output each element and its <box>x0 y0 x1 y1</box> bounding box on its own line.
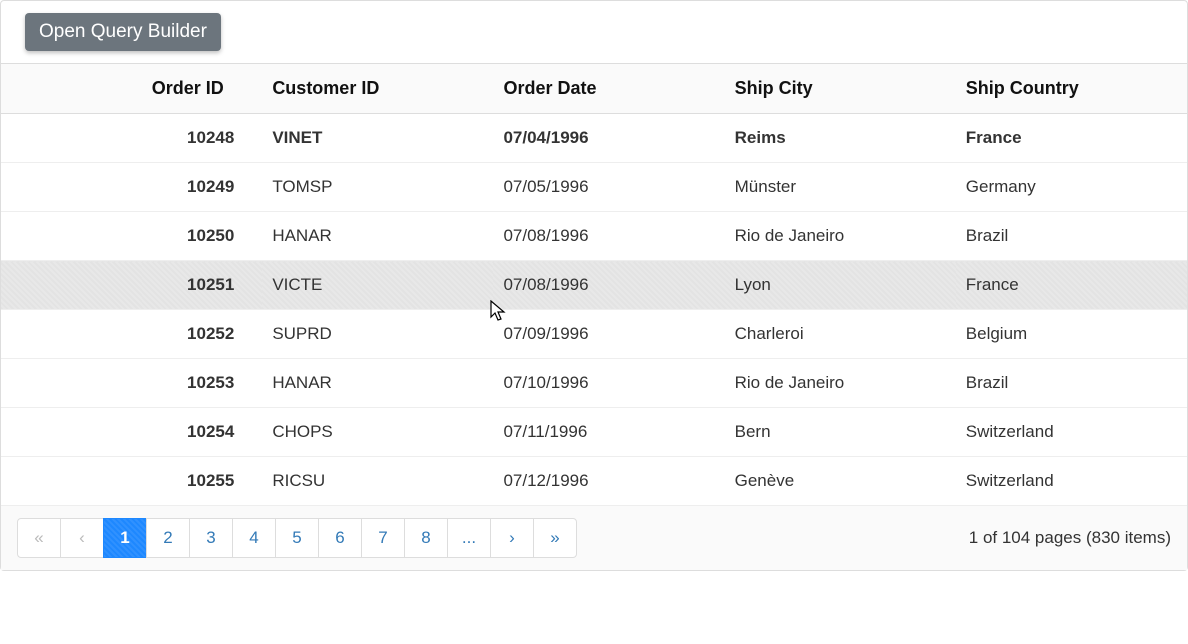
row-spacer <box>1 114 142 163</box>
cell-ship-city: Reims <box>725 114 956 163</box>
pager-page-8[interactable]: 8 <box>404 518 448 558</box>
cell-ship-city: Charleroi <box>725 310 956 359</box>
cell-customer-id: VINET <box>262 114 493 163</box>
row-spacer <box>1 310 142 359</box>
cell-ship-city: Münster <box>725 163 956 212</box>
grid-panel: Open Query Builder Order ID Customer ID … <box>0 0 1188 571</box>
grid-footer: «‹12345678...›» 1 of 104 pages (830 item… <box>1 505 1187 570</box>
table-row[interactable]: 10250HANAR07/08/1996Rio de JaneiroBrazil <box>1 212 1187 261</box>
cell-order-date: 07/08/1996 <box>493 212 724 261</box>
cell-customer-id: VICTE <box>262 261 493 310</box>
table-row[interactable]: 10254CHOPS07/11/1996BernSwitzerland <box>1 408 1187 457</box>
cell-order-date: 07/08/1996 <box>493 261 724 310</box>
pager: «‹12345678...›» <box>17 518 577 558</box>
col-ship-country[interactable]: Ship Country <box>956 64 1187 114</box>
pager-first-button[interactable]: « <box>17 518 61 558</box>
table-row[interactable]: 10251VICTE07/08/1996LyonFrance <box>1 261 1187 310</box>
pager-next-button[interactable]: › <box>490 518 534 558</box>
cell-ship-country: Germany <box>956 163 1187 212</box>
cell-order-id: 10249 <box>142 163 263 212</box>
grid-header-spacer <box>1 64 142 114</box>
cell-order-id: 10253 <box>142 359 263 408</box>
pager-prev-button[interactable]: ‹ <box>60 518 104 558</box>
table-row[interactable]: 10248VINET07/04/1996ReimsFrance <box>1 114 1187 163</box>
cell-ship-city: Genève <box>725 457 956 506</box>
cell-ship-city: Rio de Janeiro <box>725 359 956 408</box>
col-ship-city[interactable]: Ship City <box>725 64 956 114</box>
pager-page-2[interactable]: 2 <box>146 518 190 558</box>
cell-ship-city: Lyon <box>725 261 956 310</box>
row-spacer <box>1 457 142 506</box>
cell-ship-country: Switzerland <box>956 408 1187 457</box>
cell-customer-id: TOMSP <box>262 163 493 212</box>
cell-order-date: 07/04/1996 <box>493 114 724 163</box>
pager-page-7[interactable]: 7 <box>361 518 405 558</box>
pager-page-1[interactable]: 1 <box>103 518 147 558</box>
cell-order-id: 10254 <box>142 408 263 457</box>
table-row[interactable]: 10252SUPRD07/09/1996CharleroiBelgium <box>1 310 1187 359</box>
row-spacer <box>1 163 142 212</box>
cell-order-date: 07/11/1996 <box>493 408 724 457</box>
grid-header-row: Order ID Customer ID Order Date Ship Cit… <box>1 64 1187 114</box>
cell-order-id: 10251 <box>142 261 263 310</box>
cell-ship-country: France <box>956 114 1187 163</box>
cell-order-id: 10248 <box>142 114 263 163</box>
cell-order-date: 07/09/1996 <box>493 310 724 359</box>
pager-page-6[interactable]: 6 <box>318 518 362 558</box>
cell-ship-country: France <box>956 261 1187 310</box>
row-spacer <box>1 261 142 310</box>
row-spacer <box>1 212 142 261</box>
col-order-id[interactable]: Order ID <box>142 64 263 114</box>
pager-summary: 1 of 104 pages (830 items) <box>969 528 1171 548</box>
cell-ship-country: Belgium <box>956 310 1187 359</box>
cell-ship-city: Rio de Janeiro <box>725 212 956 261</box>
col-order-date[interactable]: Order Date <box>493 64 724 114</box>
cell-customer-id: SUPRD <box>262 310 493 359</box>
cell-ship-city: Bern <box>725 408 956 457</box>
table-row[interactable]: 10255RICSU07/12/1996GenèveSwitzerland <box>1 457 1187 506</box>
cell-order-date: 07/05/1996 <box>493 163 724 212</box>
toolbar: Open Query Builder <box>1 1 1187 63</box>
pager-page-4[interactable]: 4 <box>232 518 276 558</box>
cell-ship-country: Switzerland <box>956 457 1187 506</box>
orders-grid: Order ID Customer ID Order Date Ship Cit… <box>1 63 1187 505</box>
pager-page-5[interactable]: 5 <box>275 518 319 558</box>
row-spacer <box>1 359 142 408</box>
table-row[interactable]: 10249TOMSP07/05/1996MünsterGermany <box>1 163 1187 212</box>
pager-last-button[interactable]: » <box>533 518 577 558</box>
cell-customer-id: HANAR <box>262 212 493 261</box>
cell-ship-country: Brazil <box>956 359 1187 408</box>
open-query-builder-button[interactable]: Open Query Builder <box>25 13 221 51</box>
cell-customer-id: HANAR <box>262 359 493 408</box>
table-row[interactable]: 10253HANAR07/10/1996Rio de JaneiroBrazil <box>1 359 1187 408</box>
cell-customer-id: RICSU <box>262 457 493 506</box>
cell-ship-country: Brazil <box>956 212 1187 261</box>
cell-order-id: 10255 <box>142 457 263 506</box>
cell-customer-id: CHOPS <box>262 408 493 457</box>
row-spacer <box>1 408 142 457</box>
cell-order-id: 10250 <box>142 212 263 261</box>
pager-page-3[interactable]: 3 <box>189 518 233 558</box>
cell-order-date: 07/12/1996 <box>493 457 724 506</box>
col-customer-id[interactable]: Customer ID <box>262 64 493 114</box>
cell-order-date: 07/10/1996 <box>493 359 724 408</box>
pager-ellipsis[interactable]: ... <box>447 518 491 558</box>
cell-order-id: 10252 <box>142 310 263 359</box>
